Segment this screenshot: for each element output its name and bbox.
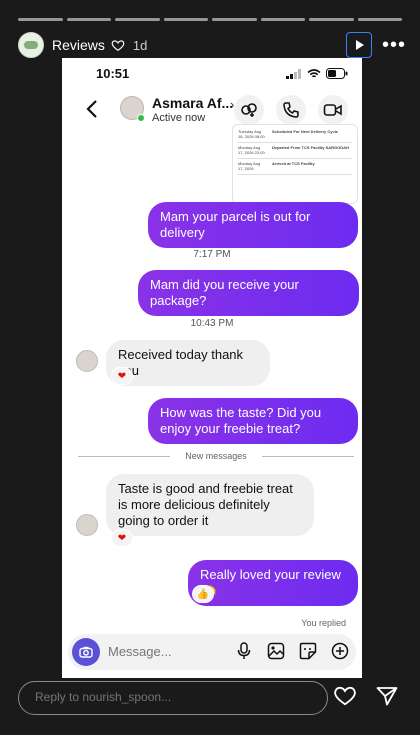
add-people-icon[interactable] xyxy=(234,95,264,125)
back-arrow-icon[interactable] xyxy=(84,98,100,120)
outgoing-message[interactable]: Mam your parcel is out for delivery xyxy=(148,202,358,248)
receipt-date: Tuesday Aug 18, 2026 08:00 xyxy=(238,129,265,139)
play-icon xyxy=(355,40,364,50)
new-messages-divider: New messages xyxy=(78,450,354,462)
peer-message-avatar[interactable] xyxy=(76,514,98,536)
message-timestamp: 10:43 PM xyxy=(190,318,234,329)
receipt-event: Scheduled For Next Delivery Cycle xyxy=(272,129,339,134)
peer-message-avatar[interactable] xyxy=(76,350,98,372)
story-viewer: Reviews 1d ••• 10:51 Asmara Af... Active… xyxy=(0,0,420,735)
mic-icon[interactable] xyxy=(234,641,254,661)
status-time: 10:51 xyxy=(96,66,130,81)
video-icon[interactable] xyxy=(318,95,348,125)
progress-segment xyxy=(18,18,63,21)
play-button[interactable] xyxy=(345,32,372,58)
receipt-event: Arrived at TCS Facility xyxy=(272,161,315,166)
peer-status: Active now xyxy=(152,112,206,124)
message-input[interactable] xyxy=(108,644,228,659)
divider-label: New messages xyxy=(185,451,247,461)
progress-segment xyxy=(212,18,257,21)
receipt-event: Departed From TCS Facility SARGODAH xyxy=(272,145,349,150)
message-composer xyxy=(68,634,356,670)
story-avatar[interactable] xyxy=(18,32,44,58)
peer-name[interactable]: Asmara Af... xyxy=(152,95,233,111)
progress-segment xyxy=(163,18,208,21)
incoming-message[interactable]: Taste is good and freebie treat is more … xyxy=(106,474,314,536)
progress-segment xyxy=(357,18,402,21)
dm-screenshot: 10:51 Asmara Af... Active now › Tuesday … xyxy=(62,58,362,678)
story-account-name[interactable]: Reviews xyxy=(52,37,105,53)
wifi-icon xyxy=(307,68,321,77)
you-replied-label: You replied xyxy=(301,618,346,628)
gallery-icon[interactable] xyxy=(266,641,286,661)
camera-icon[interactable] xyxy=(72,638,100,666)
sticker-icon[interactable] xyxy=(298,641,318,661)
progress-segment xyxy=(66,18,111,21)
progress-segment xyxy=(309,18,354,21)
outgoing-message[interactable]: Mam did you receive your package? xyxy=(138,270,359,316)
receipt-date: Monday Aug 17, 2026 xyxy=(238,161,261,171)
receipt-row: Monday Aug 17, 2026 22:00 Departed From … xyxy=(238,143,352,159)
story-age: 1d xyxy=(132,37,148,53)
progress-segment xyxy=(260,18,305,21)
receipt-row: Monday Aug 17, 2026 Arrived at TCS Facil… xyxy=(238,159,352,175)
story-header: Reviews 1d ••• xyxy=(18,30,406,60)
signal-icon xyxy=(286,68,301,79)
outgoing-message[interactable]: Really loved your review🫶 xyxy=(188,560,358,606)
plus-icon[interactable] xyxy=(330,641,350,661)
receipt-date: Monday Aug 17, 2026 22:00 xyxy=(238,145,265,155)
online-indicator xyxy=(137,114,145,122)
heart-icon[interactable] xyxy=(334,686,356,706)
heart-reaction[interactable]: ❤ xyxy=(111,367,133,385)
phone-icon[interactable] xyxy=(276,95,306,125)
thumbs-up-reaction[interactable]: 👍 xyxy=(192,585,214,603)
story-reply-input[interactable] xyxy=(35,690,315,704)
chat-header: Asmara Af... Active now › xyxy=(62,92,362,126)
tracking-receipt-image[interactable]: Tuesday Aug 18, 2026 08:00 Scheduled For… xyxy=(232,124,358,204)
progress-segment xyxy=(115,18,160,21)
story-progress xyxy=(18,18,402,21)
send-icon[interactable] xyxy=(376,686,398,706)
outgoing-message[interactable]: How was the taste? Did you enjoy your fr… xyxy=(148,398,358,444)
heart-icon xyxy=(111,40,125,51)
heart-reaction[interactable]: ❤ xyxy=(111,529,133,547)
story-reply-bar xyxy=(18,681,328,715)
message-timestamp: 7:17 PM xyxy=(193,249,231,260)
more-icon[interactable]: ••• xyxy=(382,35,406,55)
phone-status-bar: 10:51 xyxy=(62,64,362,86)
battery-icon xyxy=(326,68,348,79)
receipt-row: Tuesday Aug 18, 2026 08:00 Scheduled For… xyxy=(238,127,352,143)
